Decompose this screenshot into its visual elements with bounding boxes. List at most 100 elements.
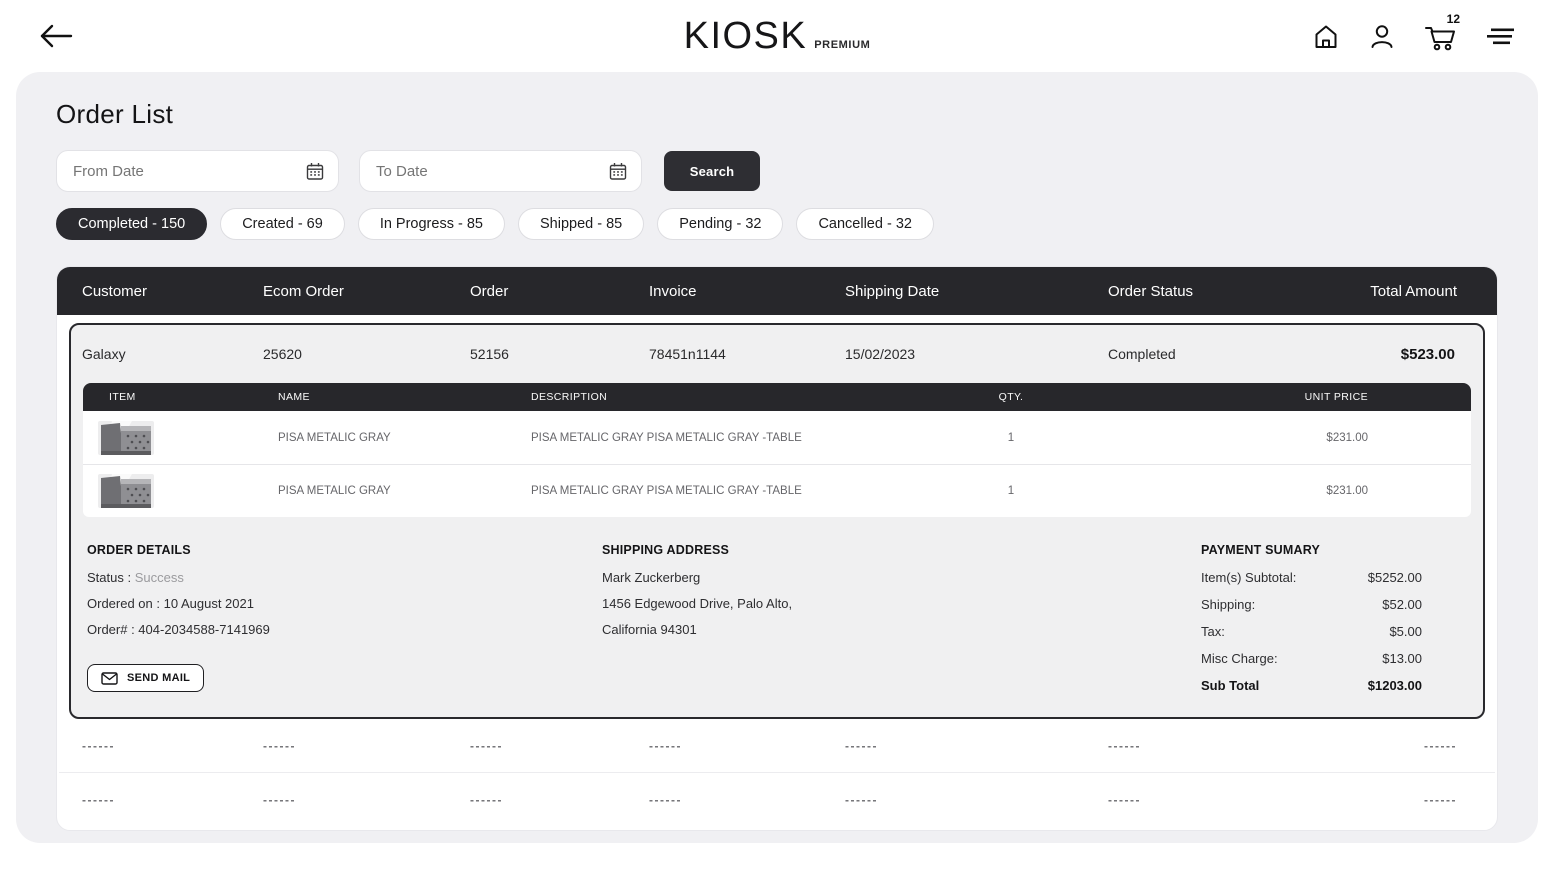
status-value: Success: [135, 570, 184, 585]
chip-created[interactable]: Created - 69: [220, 208, 345, 240]
top-bar-actions: 12: [1310, 19, 1520, 53]
col-shipping-date: Shipping Date: [845, 283, 1108, 300]
status-label: Status :: [87, 570, 131, 585]
logo-text: KIOSK: [684, 15, 808, 58]
placeholder-cell: ------: [649, 739, 845, 753]
payment-label: Misc Charge:: [1201, 651, 1278, 666]
user-icon: [1368, 22, 1396, 50]
order-details-heading: ORDER DETAILS: [87, 543, 602, 557]
back-button[interactable]: [34, 19, 80, 53]
ordered-on-line: Ordered on : 10 August 2021: [87, 596, 602, 611]
product-image: [109, 474, 278, 508]
menu-button[interactable]: [1482, 20, 1520, 52]
search-button[interactable]: Search: [664, 151, 760, 191]
order-invoice: 78451n1144: [649, 346, 845, 362]
order-customer: Galaxy: [82, 346, 263, 362]
product-image: [109, 421, 278, 455]
to-date-field[interactable]: [359, 150, 642, 192]
col-ecom-order: Ecom Order: [263, 283, 470, 300]
placeholder-cell: ------: [845, 793, 1108, 807]
from-date-field[interactable]: [56, 150, 339, 192]
chip-shipped[interactable]: Shipped - 85: [518, 208, 644, 240]
col-customer: Customer: [82, 283, 263, 300]
item-col-name: NAME: [278, 391, 531, 403]
chip-in-progress[interactable]: In Progress - 85: [358, 208, 505, 240]
payment-summary-block: PAYMENT SUMARY Item(s) Subtotal: $5252.0…: [1201, 543, 1422, 693]
app-logo: KIOSK PREMIUM: [684, 15, 871, 58]
payment-value: $5.00: [1389, 624, 1422, 639]
order-status: Completed: [1108, 346, 1347, 362]
send-mail-button[interactable]: SEND MAIL: [87, 664, 204, 692]
order-details-section: ORDER DETAILS Status : Success Ordered o…: [71, 517, 1483, 717]
placeholder-cell: ------: [649, 793, 845, 807]
home-button[interactable]: [1310, 20, 1342, 52]
orders-table: Customer Ecom Order Order Invoice Shippi…: [56, 266, 1498, 831]
payment-value: $52.00: [1382, 597, 1422, 612]
calendar-icon[interactable]: [609, 162, 627, 181]
payment-row-shipping: Shipping: $52.00: [1201, 597, 1422, 612]
payment-row-subtotal: Item(s) Subtotal: $5252.00: [1201, 570, 1422, 585]
item-name: PISA METALIC GRAY: [278, 432, 531, 444]
shipping-address-block: SHIPPING ADDRESS Mark Zuckerberg 1456 Ed…: [602, 543, 1201, 693]
table-row[interactable]: ------ ------ ------ ------ ------ -----…: [57, 773, 1497, 826]
placeholder-cell: ------: [82, 739, 263, 753]
placeholder-cell: ------: [1347, 739, 1457, 753]
shipping-street: 1456 Edgewood Drive, Palo Alto,: [602, 596, 1201, 611]
top-bar: KIOSK PREMIUM 12: [0, 0, 1554, 72]
col-invoice: Invoice: [649, 283, 845, 300]
to-date-input[interactable]: [374, 162, 609, 181]
back-arrow-icon: [38, 23, 76, 49]
table-row[interactable]: ------ ------ ------ ------ ------ -----…: [57, 719, 1497, 772]
placeholder-cell: ------: [845, 739, 1108, 753]
item-unit-price: $231.00: [1146, 485, 1368, 497]
items-table-header: ITEM NAME DESCRIPTION QTY. UNIT PRICE: [83, 383, 1471, 411]
profile-button[interactable]: [1366, 20, 1398, 52]
order-details-block: ORDER DETAILS Status : Success Ordered o…: [87, 543, 602, 693]
item-col-unit-price: UNIT PRICE: [1146, 391, 1368, 403]
status-filter-chips: Completed - 150 Created - 69 In Progress…: [56, 208, 1498, 240]
placeholder-cell: ------: [470, 793, 649, 807]
calendar-icon[interactable]: [306, 162, 324, 181]
placeholder-cell: ------: [1108, 793, 1347, 807]
placeholder-cell: ------: [1347, 793, 1457, 807]
payment-row-tax: Tax: $5.00: [1201, 624, 1422, 639]
date-search-row: Search: [56, 150, 1498, 192]
order-status-line: Status : Success: [87, 570, 602, 585]
placeholder-cell: ------: [263, 739, 470, 753]
payment-label: Item(s) Subtotal:: [1201, 570, 1296, 585]
item-name: PISA METALIC GRAY: [278, 485, 531, 497]
order-summary-row[interactable]: Galaxy 25620 52156 78451n1144 15/02/2023…: [71, 325, 1483, 383]
item-qty: 1: [876, 485, 1146, 497]
from-date-input[interactable]: [71, 162, 306, 181]
cart-button[interactable]: 12: [1422, 19, 1458, 53]
order-ecom-order: 25620: [263, 346, 470, 362]
item-col-item: ITEM: [109, 391, 278, 403]
order-number: 52156: [470, 346, 649, 362]
payment-row-misc: Misc Charge: $13.00: [1201, 651, 1422, 666]
shipping-name: Mark Zuckerberg: [602, 570, 1201, 585]
placeholder-cell: ------: [1108, 739, 1347, 753]
logo-suffix: PREMIUM: [814, 39, 870, 51]
payment-row-total: Sub Total $1203.00: [1201, 678, 1422, 693]
placeholder-cell: ------: [263, 793, 470, 807]
page-title: Order List: [56, 100, 1498, 128]
placeholder-cell: ------: [470, 739, 649, 753]
order-items-table: ITEM NAME DESCRIPTION QTY. UNIT PRICE: [83, 383, 1471, 517]
chip-cancelled[interactable]: Cancelled - 32: [796, 208, 934, 240]
home-icon: [1312, 22, 1340, 50]
payment-value: $13.00: [1382, 651, 1422, 666]
item-unit-price: $231.00: [1146, 432, 1368, 444]
chip-pending[interactable]: Pending - 32: [657, 208, 783, 240]
shipping-address-heading: SHIPPING ADDRESS: [602, 543, 1201, 557]
item-col-description: DESCRIPTION: [531, 391, 876, 403]
order-total-amount: $523.00: [1347, 346, 1455, 363]
expanded-order-card: Galaxy 25620 52156 78451n1144 15/02/2023…: [69, 323, 1485, 719]
col-total-amount: Total Amount: [1347, 283, 1457, 300]
payment-total-label: Sub Total: [1201, 678, 1259, 693]
payment-value: $5252.00: [1368, 570, 1422, 585]
payment-label: Tax:: [1201, 624, 1225, 639]
chip-completed[interactable]: Completed - 150: [56, 208, 207, 240]
col-order-status: Order Status: [1108, 283, 1347, 300]
item-qty: 1: [876, 432, 1146, 444]
order-list-panel: Order List: [16, 72, 1538, 843]
